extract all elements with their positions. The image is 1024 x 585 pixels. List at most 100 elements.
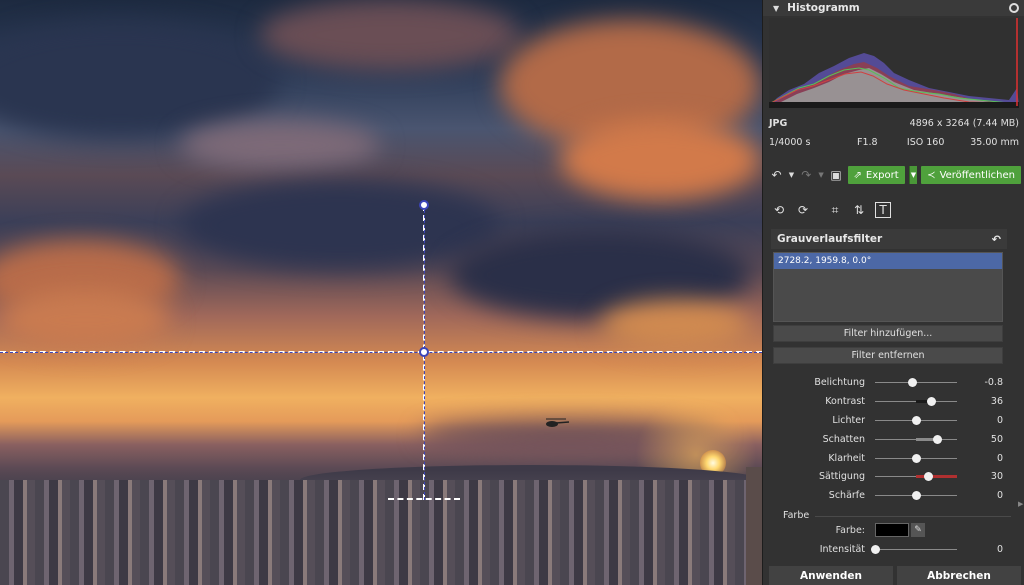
filter-list[interactable]: 2728.2, 1959.8, 0.0°	[773, 252, 1003, 322]
building	[746, 467, 762, 585]
eyedropper-icon[interactable]: ✎	[911, 523, 925, 537]
file-info-row: JPG 4896 x 3264 (7.44 MB)	[769, 118, 1019, 129]
slider-value: 0	[996, 489, 1003, 501]
add-filter-button[interactable]: Filter hinzufügen...	[773, 325, 1003, 342]
straighten-icon[interactable]: ⇅	[851, 202, 867, 218]
color-row: Farbe: ✎	[769, 522, 1015, 538]
slider-label: Schatten	[822, 433, 865, 445]
slider-row: Kontrast 36	[769, 393, 1015, 409]
panel-scroll-arrow-icon[interactable]: ▶	[1018, 500, 1023, 512]
slider-knob[interactable]	[926, 396, 936, 406]
color-label: Farbe:	[835, 524, 865, 536]
gradient-horizontal-line-inner	[0, 352, 762, 353]
slider-value: 0	[996, 452, 1003, 464]
cloud	[0, 290, 170, 350]
edit-tools: ⟲ ⟳ ⌗ ⇅ T	[771, 200, 891, 220]
slider-label: Lichter	[832, 414, 865, 426]
file-format: JPG	[769, 118, 788, 129]
slider-knob[interactable]	[912, 415, 921, 425]
slider-knob[interactable]	[912, 490, 921, 500]
redo-dropdown-icon[interactable]: ▼	[818, 166, 825, 184]
slider-track[interactable]	[875, 377, 957, 387]
slider-label: Kontrast	[825, 395, 865, 407]
slider-track[interactable]	[875, 434, 957, 444]
color-swatch[interactable]	[875, 523, 909, 537]
gradient-end-line[interactable]	[388, 498, 460, 500]
undo-icon[interactable]: ↶	[769, 166, 784, 184]
cloud	[560, 120, 760, 200]
publish-button[interactable]: ≺ Veröffentlichen	[921, 166, 1021, 184]
slider-row: Schärfe 0	[769, 487, 1015, 503]
slider-knob[interactable]	[907, 377, 917, 387]
share-icon: ≺	[927, 169, 936, 181]
slider-track[interactable]	[875, 471, 957, 481]
slider-track[interactable]	[875, 415, 957, 425]
action-toolbar: ↶ ▼ ↷ ▼ ▣ ⇗ Export ▼ ≺ Veröffentlichen	[769, 164, 1021, 186]
file-dimensions: 4896 x 3264 (7.44 MB)	[909, 118, 1019, 129]
rotate-left-icon[interactable]: ⟲	[771, 202, 787, 218]
slider-knob[interactable]	[924, 471, 934, 481]
histogram-graph	[769, 18, 1019, 108]
slider-row: Klarheit 0	[769, 450, 1015, 466]
export-icon: ⇗	[853, 169, 862, 181]
action-buttons: Anwenden Abbrechen	[769, 566, 1021, 585]
export-dropdown-icon[interactable]: ▼	[908, 166, 918, 184]
slider-track[interactable]	[875, 396, 957, 406]
slider-value: 36	[990, 395, 1003, 407]
publish-label: Veröffentlichen	[939, 169, 1015, 181]
gradient-filter-icon[interactable]: T	[875, 202, 891, 218]
slider-label: Schärfe	[828, 489, 865, 501]
redo-icon[interactable]: ↷	[799, 166, 814, 184]
slider-track[interactable]	[875, 453, 957, 463]
histogram-title: Histogramm	[787, 2, 860, 14]
intensity-slider-knob[interactable]	[871, 544, 880, 554]
slider-value: 30	[990, 470, 1003, 482]
helicopter	[546, 418, 570, 427]
cloud	[260, 0, 520, 70]
photo-canvas[interactable]	[0, 0, 762, 585]
slider-row: Lichter 0	[769, 412, 1015, 428]
gradient-center-handle[interactable]	[419, 347, 429, 357]
slider-label: Sättigung	[818, 470, 865, 482]
image-icon[interactable]: ▣	[828, 166, 843, 184]
gradient-filter-header: Grauverlaufsfilter ↶	[771, 229, 1007, 249]
filter-list-item[interactable]: 2728.2, 1959.8, 0.0°	[774, 253, 1002, 269]
crop-icon[interactable]: ⌗	[827, 202, 843, 218]
intensity-slider[interactable]	[871, 544, 957, 554]
focal-length: 35.00 mm	[970, 137, 1019, 148]
right-panel: ▼ Histogramm JPG 4896 x 3264 (7.44 MB) 1…	[762, 0, 1024, 585]
slider-label: Klarheit	[828, 452, 865, 464]
slider-value: 0	[996, 414, 1003, 426]
slider-row: Sättigung 30	[769, 468, 1015, 484]
slider-label: Belichtung	[814, 376, 865, 388]
collapse-triangle-icon: ▼	[773, 3, 780, 13]
histogram-header[interactable]: ▼ Histogramm	[763, 0, 1024, 16]
undo-dropdown-icon[interactable]: ▼	[788, 166, 795, 184]
slider-fill	[916, 474, 957, 478]
aperture: F1.8	[857, 137, 878, 148]
shutter-speed: 1/4000 s	[769, 137, 811, 148]
iso: ISO 160	[906, 137, 945, 148]
intensity-slider-row: Intensität 0	[769, 541, 1015, 557]
pin-icon[interactable]	[1009, 3, 1019, 13]
cancel-button[interactable]: Abbrechen	[897, 566, 1021, 585]
slider-knob[interactable]	[932, 434, 942, 444]
intensity-label: Intensität	[819, 543, 865, 555]
slider-knob[interactable]	[912, 453, 921, 463]
divider	[815, 516, 1011, 517]
export-button[interactable]: ⇗ Export	[847, 166, 905, 184]
reset-icon[interactable]: ↶	[992, 233, 1001, 246]
cloud	[180, 120, 380, 170]
exif-row: 1/4000 s F1.8 ISO 160 35.00 mm	[769, 137, 1019, 148]
slider-value: -0.8	[984, 376, 1003, 388]
rotate-right-icon[interactable]: ⟳	[795, 202, 811, 218]
slider-row: Schatten 50	[769, 431, 1015, 447]
city	[0, 480, 762, 585]
intensity-value: 0	[996, 543, 1003, 555]
slider-row: Belichtung -0.8	[769, 374, 1015, 390]
remove-filter-button[interactable]: Filter entfernen	[773, 347, 1003, 364]
slider-track[interactable]	[875, 490, 957, 500]
export-label: Export	[865, 169, 899, 181]
apply-button[interactable]: Anwenden	[769, 566, 893, 585]
gradient-top-handle[interactable]	[419, 200, 429, 210]
